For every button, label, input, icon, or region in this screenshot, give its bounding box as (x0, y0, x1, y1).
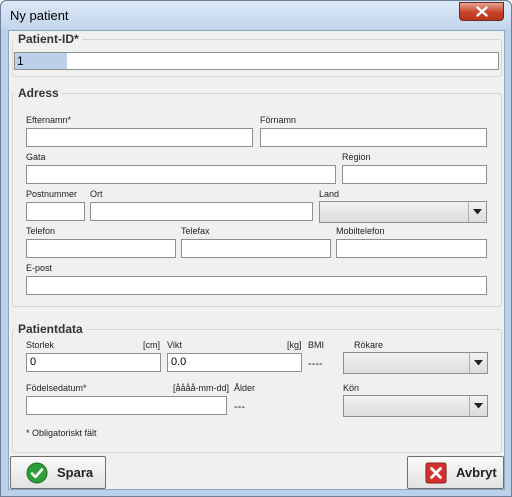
rokare-dropdown-arrow[interactable] (469, 353, 487, 373)
fodelsedatum-format: [åååå-mm-dd] (173, 383, 230, 393)
mobiltelefon-field[interactable] (336, 239, 487, 258)
chevron-down-icon (474, 360, 483, 366)
telefax-field[interactable] (181, 239, 331, 258)
ort-label: Ort (90, 189, 103, 199)
efternamn-field[interactable] (26, 128, 253, 147)
storlek-field[interactable]: 0 (26, 353, 161, 372)
epost-field[interactable] (26, 276, 487, 295)
patient-id-legend: Patient-ID* (15, 32, 82, 46)
close-button[interactable] (459, 2, 504, 21)
telefax-label: Telefax (181, 226, 210, 236)
cancel-button[interactable]: Avbryt (407, 456, 504, 489)
region-field[interactable] (342, 165, 487, 184)
chevron-down-icon (474, 403, 483, 409)
address-legend: Adress (15, 86, 62, 100)
cancel-icon (425, 462, 447, 483)
postnummer-field[interactable] (26, 202, 85, 221)
rokare-label: Rökare (354, 340, 384, 350)
dialog-window: Ny patient Patient-ID* 1 Adress Efternam… (0, 0, 512, 497)
kon-dropdown[interactable] (343, 395, 488, 417)
land-dropdown-arrow[interactable] (468, 202, 486, 222)
kon-label: Kön (343, 383, 360, 393)
mandatory-note: * Obligatoriskt fält (26, 428, 97, 438)
alder-value: --- (234, 401, 245, 413)
region-label: Region (342, 152, 371, 162)
chevron-down-icon (473, 209, 482, 215)
vikt-unit: [kg] (287, 340, 302, 350)
land-label: Land (319, 189, 340, 199)
fornamn-label: Förnamn (260, 115, 297, 125)
alder-label: Ålder (234, 383, 256, 393)
dialog-content: Patient-ID* 1 Adress Efternamn* Förnamn … (8, 30, 505, 490)
telefon-label: Telefon (26, 226, 56, 236)
title-bar[interactable]: Ny patient (1, 1, 511, 29)
vikt-label: Vikt (167, 340, 182, 350)
efternamn-label: Efternamn* (26, 115, 72, 125)
patient-id-value: 1 (15, 53, 67, 69)
gata-label: Gata (26, 152, 46, 162)
window-title: Ny patient (10, 8, 69, 23)
rokare-dropdown[interactable] (343, 352, 488, 374)
epost-label: E-post (26, 263, 53, 273)
telefon-field[interactable] (26, 239, 176, 258)
ort-field[interactable] (90, 202, 313, 221)
mobiltelefon-label: Mobiltelefon (336, 226, 385, 236)
bmi-label: BMI (308, 340, 325, 350)
storlek-unit: [cm] (143, 340, 160, 350)
cancel-button-label: Avbryt (456, 465, 497, 480)
close-icon (475, 6, 488, 17)
patient-id-field[interactable]: 1 (14, 52, 499, 70)
save-button-label: Spara (57, 465, 94, 480)
save-button[interactable]: Spara (10, 456, 106, 489)
storlek-label: Storlek (26, 340, 55, 350)
patientdata-legend: Patientdata (15, 322, 86, 336)
land-dropdown[interactable] (319, 201, 487, 223)
check-icon (26, 462, 48, 483)
address-group (12, 93, 502, 307)
postnummer-label: Postnummer (26, 189, 78, 199)
fornamn-field[interactable] (260, 128, 487, 147)
fodelsedatum-label: Födelsedatum* (26, 383, 87, 393)
vikt-field[interactable]: 0.0 (167, 353, 302, 372)
gata-field[interactable] (26, 165, 336, 184)
fodelsedatum-field[interactable] (26, 396, 227, 415)
bmi-value: ---- (308, 358, 323, 370)
kon-dropdown-arrow[interactable] (469, 396, 487, 416)
